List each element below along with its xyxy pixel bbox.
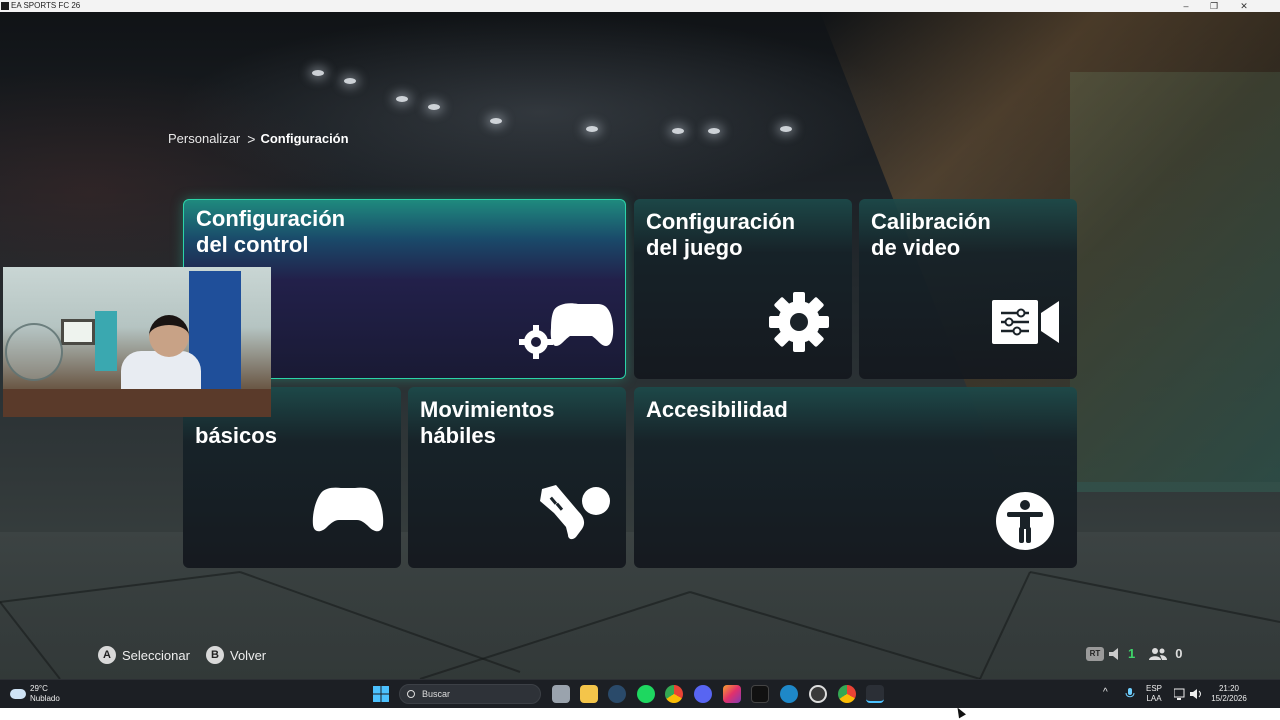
minimize-button[interactable]: – (1172, 0, 1200, 12)
tile-label: Movimientos hábiles (420, 397, 554, 449)
tile-label-line2: del control (196, 232, 309, 257)
select-hint[interactable]: A Seleccionar (98, 646, 190, 664)
party-hud: RT 1 0 (1086, 646, 1182, 661)
webcam-desk (3, 389, 271, 417)
search-placeholder: Buscar (422, 689, 451, 699)
stadium-light (586, 126, 598, 132)
breadcrumb-separator: > (247, 130, 256, 147)
file-explorer-icon[interactable] (580, 685, 598, 703)
speaker-icon (1109, 647, 1118, 660)
clock-time: 21:20 (1218, 684, 1240, 693)
webcam-fan (5, 323, 63, 381)
language-layout: LAA (1146, 694, 1162, 703)
rt-button-icon: RT (1086, 646, 1104, 661)
gear-icon (769, 292, 829, 352)
discord-icon[interactable] (694, 685, 712, 703)
window-title: EA SPORTS FC 26 (11, 1, 81, 10)
clock[interactable]: 21:20 15/2/2026 (1208, 684, 1250, 704)
tile-label: Accesibilidad (646, 397, 788, 423)
stadium-light (708, 128, 720, 134)
tray-chevron-icon[interactable]: ^ (1103, 688, 1108, 698)
weather-desc: Nublado (30, 694, 60, 703)
a-button-icon: A (98, 646, 116, 664)
webcam-overlay (3, 267, 271, 417)
breadcrumb-parent[interactable]: Personalizar (168, 131, 240, 146)
tile-label-line2: de video (871, 235, 961, 260)
search-icon (407, 690, 415, 698)
tile-label-line1: Movimientos (420, 397, 555, 422)
obs-icon[interactable] (809, 685, 827, 703)
back-label: Volver (230, 647, 267, 663)
voice-count: 1 (1128, 646, 1136, 661)
video-settings-icon (992, 300, 1059, 344)
select-label: Seleccionar (122, 647, 190, 663)
language-code: ESP (1146, 684, 1163, 693)
tile-label-line2: del juego (646, 235, 743, 260)
tile-video-calibration[interactable]: Calibración de video (859, 199, 1077, 379)
tiktok-icon[interactable] (751, 685, 769, 703)
steam-icon[interactable] (608, 685, 626, 703)
app-icon (1, 2, 9, 10)
stadium-light (344, 78, 356, 84)
microphone-icon[interactable] (1125, 688, 1135, 700)
stadium-light (396, 96, 408, 102)
window-title-bar: EA SPORTS FC 26 – ❐ ✕ (0, 0, 1280, 12)
edge-icon[interactable] (780, 685, 798, 703)
tile-label: Configuración del control (196, 206, 345, 258)
weather-widget[interactable]: 29°C Nublado (10, 684, 60, 704)
webcam-window (61, 319, 95, 345)
tile-skill-moves[interactable]: Movimientos hábiles (408, 387, 626, 568)
cloud-icon (10, 689, 26, 699)
tile-label-line2: hábiles (420, 423, 496, 448)
ea-fc-icon[interactable] (866, 685, 884, 703)
controller-icon (312, 487, 384, 532)
taskbar: 29°C Nublado Buscar ^ ESP LAA 21:20 15/2… (0, 679, 1280, 708)
task-view-icon[interactable] (552, 685, 570, 703)
spotify-icon[interactable] (637, 685, 655, 703)
weather-temp: 29°C (30, 684, 48, 693)
stadium-light (428, 104, 440, 110)
back-hint[interactable]: B Volver (206, 646, 266, 664)
tile-label-line1: Accesibilidad (646, 397, 788, 422)
tile-label: Configuración del juego (646, 209, 795, 261)
tile-label-line1: Configuración (196, 206, 346, 231)
accessibility-icon (996, 492, 1054, 550)
clock-date: 15/2/2026 (1211, 694, 1247, 703)
breadcrumb: Personalizar > Configuración (168, 130, 349, 147)
party-count: 0 (1175, 646, 1183, 661)
chrome-icon[interactable] (838, 685, 856, 703)
restore-button[interactable]: ❐ (1200, 0, 1228, 12)
party-icon (1149, 647, 1168, 660)
volume-icon[interactable] (1190, 688, 1202, 700)
stadium-light (312, 70, 324, 76)
webcam-person-head (149, 315, 189, 357)
b-button-icon: B (206, 646, 224, 664)
tile-label: Calibración de video (871, 209, 991, 261)
weather-text: 29°C Nublado (30, 684, 60, 704)
webcam-curtain (95, 311, 117, 371)
bottom-strip (0, 708, 1280, 720)
stadium-light (672, 128, 684, 134)
taskbar-search-input[interactable]: Buscar (399, 684, 541, 704)
chrome-icon[interactable] (665, 685, 683, 703)
network-icon[interactable] (1174, 688, 1186, 700)
game-viewport: Personalizar > Configuración Configuración… (0, 12, 1280, 679)
boot-ball-icon (540, 485, 610, 540)
breadcrumb-current: Configuración (260, 131, 349, 147)
instagram-icon[interactable] (723, 685, 741, 703)
tile-game-settings[interactable]: Configuración del juego (634, 199, 852, 379)
close-button[interactable]: ✕ (1230, 0, 1258, 12)
language-indicator[interactable]: ESP LAA (1146, 684, 1162, 704)
stadium-light (490, 118, 502, 124)
stadium-light (780, 126, 792, 132)
start-icon[interactable] (372, 685, 390, 703)
tile-label-line2: básicos (195, 423, 277, 448)
gear-controller-icon (519, 303, 614, 359)
tile-label-line1: Calibración (871, 209, 991, 234)
tile-label-line1: Configuración (646, 209, 796, 234)
tile-accessibility[interactable]: Accesibilidad (634, 387, 1077, 568)
